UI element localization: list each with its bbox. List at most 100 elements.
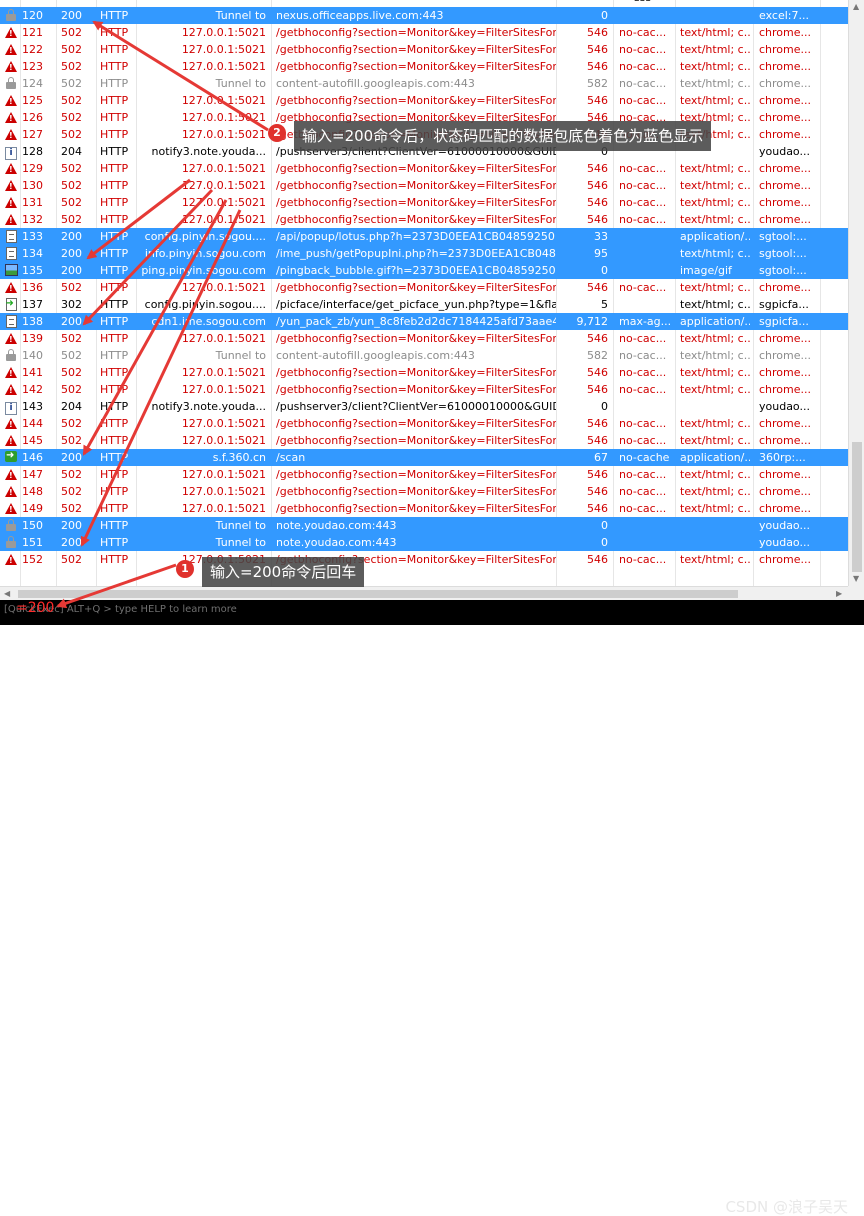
- process: youdao...: [759, 536, 810, 549]
- scroll-up-icon[interactable]: ▲: [853, 0, 859, 14]
- session-number: 150: [22, 519, 43, 532]
- scroll-left-icon[interactable]: ◀: [4, 587, 10, 601]
- session-row[interactable]: 125 502 HTTP 127.0.0.1:5021/getbhoconfig?se…: [0, 92, 848, 109]
- warning-icon: [3, 415, 19, 432]
- sessions-list[interactable]: ess 120200HTTPTunnel tonexus.officeapps.…: [0, 0, 848, 586]
- horizontal-scrollbar[interactable]: ◀ ▶: [0, 586, 848, 601]
- url: note.youdao.com:443: [276, 536, 397, 549]
- host: 127.0.0.1:5021: [181, 60, 266, 73]
- scroll-right-icon[interactable]: ▶: [836, 587, 842, 601]
- session-row[interactable]: 129 502 HTTP 127.0.0.1:5021/getbhoconfig?se…: [0, 160, 848, 177]
- warning-icon: [3, 466, 19, 483]
- session-row[interactable]: 139 502 HTTP 127.0.0.1:5021/getbhoconfig?se…: [0, 330, 848, 347]
- session-number: 132: [22, 213, 43, 226]
- process: chrome...: [759, 213, 812, 226]
- body-size: 546: [587, 332, 608, 345]
- body-size: 546: [587, 485, 608, 498]
- caching: [619, 228, 673, 245]
- protocol: HTTP: [100, 502, 129, 515]
- host: Tunnel to: [215, 536, 266, 549]
- session-row[interactable]: 133 200 HTTP config.pinyin.sogou.... /api/po…: [0, 228, 848, 245]
- body-size: 546: [587, 502, 608, 515]
- host: 127.0.0.1:5021: [181, 383, 266, 396]
- session-row[interactable]: 149 502 HTTP 127.0.0.1:5021/getbhoconfig?se…: [0, 500, 848, 517]
- caching: [619, 296, 673, 313]
- session-number: 121: [22, 26, 43, 39]
- protocol: HTTP: [100, 349, 129, 362]
- session-row[interactable]: 130 502 HTTP 127.0.0.1:5021/getbhoconfig?se…: [0, 177, 848, 194]
- url: /getbhoconfig?section=Monitor&key=Filter…: [276, 383, 556, 396]
- content-type: [680, 398, 750, 415]
- content-type: text/html; c...: [680, 247, 750, 260]
- session-number: 141: [22, 366, 43, 379]
- protocol: HTTP: [100, 60, 129, 73]
- process: excel:7...: [759, 9, 809, 22]
- caching: no-cac...: [619, 60, 667, 73]
- process: chrome...: [759, 468, 812, 481]
- session-row[interactable]: 141 502 HTTP 127.0.0.1:5021/getbhoconfig?se…: [0, 364, 848, 381]
- process: chrome...: [759, 366, 812, 379]
- session-row[interactable]: 137 302 HTTP config.pinyin.sogou.... /picfac…: [0, 296, 848, 313]
- horizontal-scroll-thumb[interactable]: [18, 590, 738, 598]
- session-row[interactable]: 132 502 HTTP 127.0.0.1:5021/getbhoconfig?se…: [0, 211, 848, 228]
- host: config.pinyin.sogou....: [144, 230, 266, 243]
- result-code: 502: [61, 111, 82, 124]
- content-type: text/html; c...: [680, 60, 750, 73]
- content-type: application/...: [680, 315, 750, 328]
- session-row[interactable]: 138 200 HTTP cdn1.ime.sogou.com/yun_pack_zb…: [0, 313, 848, 330]
- step-1-badge: 1: [176, 560, 194, 578]
- session-number: 135: [22, 264, 43, 277]
- url: /getbhoconfig?section=Monitor&key=Filter…: [276, 26, 556, 39]
- session-row[interactable]: 135 200 HTTP ping.pinyin.sogou.com/pingback…: [0, 262, 848, 279]
- lock-icon: [3, 75, 19, 92]
- protocol: HTTP: [100, 264, 129, 277]
- session-row[interactable]: 142 502 HTTP 127.0.0.1:5021/getbhoconfig?se…: [0, 381, 848, 398]
- session-row[interactable]: 140 502 HTTP Tunnel to content-autofill.goog…: [0, 347, 848, 364]
- session-row[interactable]: 144 502 HTTP 127.0.0.1:5021/getbhoconfig?se…: [0, 415, 848, 432]
- content-type: [680, 517, 750, 534]
- session-row[interactable]: i 143 204 HTTP notify3.note.youda... /pushser…: [0, 398, 848, 415]
- warning-icon: [3, 500, 19, 517]
- result-code: 200: [61, 230, 82, 243]
- session-row[interactable]: 121 502 HTTP 127.0.0.1:5021/getbhoconfig?se…: [0, 24, 848, 41]
- session-row[interactable]: 150 200 HTTP Tunnel to note.youdao.com:443 0 y…: [0, 517, 848, 534]
- session-row[interactable]: 147 502 HTTP 127.0.0.1:5021/getbhoconfig?se…: [0, 466, 848, 483]
- quickexec-input[interactable]: =200: [16, 600, 54, 617]
- session-row[interactable]: 152502HTTP127.0.0.1:5021/getbhoconfig?se…: [0, 551, 848, 568]
- url: /getbhoconfig?section=Monitor&key=Filter…: [276, 485, 556, 498]
- document-icon: [3, 313, 19, 330]
- body-size: 546: [587, 281, 608, 294]
- quickexec-bar[interactable]: [QuickExec] ALT+Q > type HELP to learn m…: [0, 600, 864, 1216]
- content-type: text/html; c...: [680, 26, 750, 39]
- session-row[interactable]: 131 502 HTTP 127.0.0.1:5021/getbhoconfig?se…: [0, 194, 848, 211]
- vertical-scroll-thumb[interactable]: [852, 442, 862, 572]
- protocol: HTTP: [100, 94, 129, 107]
- session-row[interactable]: 136 502 HTTP 127.0.0.1:5021/getbhoconfig?se…: [0, 279, 848, 296]
- process: chrome...: [759, 417, 812, 430]
- scroll-down-icon[interactable]: ▼: [853, 572, 859, 586]
- redirect-icon: [3, 296, 19, 313]
- caching: [619, 398, 673, 415]
- session-row[interactable]: 124 502 HTTP Tunnel to content-autofill.goog…: [0, 75, 848, 92]
- result-code: 502: [61, 281, 82, 294]
- session-row[interactable]: 134 200 HTTP info.pinyin.sogou.com/ime_push…: [0, 245, 848, 262]
- session-row[interactable]: 123 502 HTTP 127.0.0.1:5021/getbhoconfig?se…: [0, 58, 848, 75]
- vertical-scrollbar[interactable]: ▲ ▼: [848, 0, 864, 586]
- session-row[interactable]: 151 200 HTTP Tunnel to note.youdao.com:443 0 y…: [0, 534, 848, 551]
- info-icon: i: [3, 398, 19, 415]
- warning-icon: [3, 279, 19, 296]
- session-row[interactable]: 120 200 HTTP Tunnel to nexus.officeapps.live…: [0, 7, 848, 24]
- body-size: 546: [587, 26, 608, 39]
- host: s.f.360.cn: [212, 451, 266, 464]
- content-type: text/html; c...: [680, 77, 750, 90]
- session-row[interactable]: 122 502 HTTP 127.0.0.1:5021/getbhoconfig?se…: [0, 41, 848, 58]
- host: 127.0.0.1:5021: [181, 179, 266, 192]
- forward-icon: [3, 449, 19, 466]
- session-row[interactable]: 148 502 HTTP 127.0.0.1:5021/getbhoconfig?se…: [0, 483, 848, 500]
- protocol: HTTP: [100, 230, 129, 243]
- protocol: HTTP: [100, 553, 129, 566]
- result-code: 502: [61, 26, 82, 39]
- url: /getbhoconfig?section=Monitor&key=Filter…: [276, 60, 556, 73]
- session-row[interactable]: 146 200 HTTP s.f.360.cn/scan 67 no-cache appli…: [0, 449, 848, 466]
- session-row[interactable]: 145 502 HTTP 127.0.0.1:5021/getbhoconfig?se…: [0, 432, 848, 449]
